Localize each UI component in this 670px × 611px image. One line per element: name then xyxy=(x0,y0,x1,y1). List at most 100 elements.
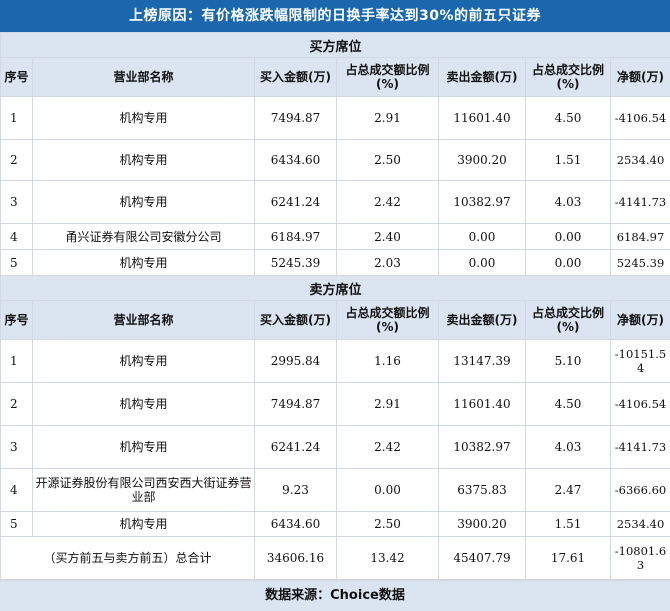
total-label: （买方前五与卖方前五）总合计 xyxy=(1,537,255,580)
net-amount: -4141.73 xyxy=(611,426,670,469)
total-buy-pct: 13.42 xyxy=(337,537,439,580)
sell-pct: 5.10 xyxy=(526,340,611,383)
buy-amount: 5245.39 xyxy=(255,250,337,276)
net-amount: -4106.54 xyxy=(611,97,670,140)
sell-pct: 4.03 xyxy=(526,181,611,224)
total-row: （买方前五与卖方前五）总合计34606.1613.4245407.7917.61… xyxy=(1,537,670,580)
total-sell-pct: 17.61 xyxy=(526,537,611,580)
row-index: 3 xyxy=(1,426,33,469)
row-index: 1 xyxy=(1,97,33,140)
buy-column-header-row: 序号 营业部名称 买入金额(万) 占总成交额比例(%) 卖出金额(万) 占总成交… xyxy=(1,58,670,97)
col-header-index: 序号 xyxy=(1,301,33,340)
table-row: 4甬兴证券有限公司安徽分公司6184.972.400.000.006184.97 xyxy=(1,224,670,250)
sell-pct: 1.51 xyxy=(526,140,611,181)
sell-pct: 2.47 xyxy=(526,469,611,512)
buy-amount: 9.23 xyxy=(255,469,337,512)
sell-amount: 10382.97 xyxy=(439,181,526,224)
dept-name: 机构专用 xyxy=(33,97,255,140)
dept-name: 机构专用 xyxy=(33,250,255,276)
net-amount: -4106.54 xyxy=(611,383,670,426)
sell-amount: 3900.20 xyxy=(439,140,526,181)
col-header-sell: 卖出金额(万) xyxy=(439,301,526,340)
sell-amount: 6375.83 xyxy=(439,469,526,512)
sell-pct: 4.03 xyxy=(526,426,611,469)
row-index: 5 xyxy=(1,512,33,537)
sell-section-header: 卖方席位 xyxy=(1,276,670,301)
dept-name: 机构专用 xyxy=(33,426,255,469)
sell-amount: 11601.40 xyxy=(439,383,526,426)
dept-name: 机构专用 xyxy=(33,512,255,537)
col-header-buy-pct: 占总成交额比例(%) xyxy=(337,301,439,340)
table-row: 5机构专用6434.602.503900.201.512534.40 xyxy=(1,512,670,537)
buy-amount: 6241.24 xyxy=(255,426,337,469)
dept-name: 机构专用 xyxy=(33,383,255,426)
buy-amount: 6241.24 xyxy=(255,181,337,224)
row-index: 3 xyxy=(1,181,33,224)
sell-pct: 4.50 xyxy=(526,383,611,426)
net-amount: -4141.73 xyxy=(611,181,670,224)
table-row: 2机构专用7494.872.9111601.404.50-4106.54 xyxy=(1,383,670,426)
buy-amount: 6184.97 xyxy=(255,224,337,250)
col-header-net: 净额(万) xyxy=(611,58,670,97)
col-header-buy: 买入金额(万) xyxy=(255,301,337,340)
net-amount: 2534.40 xyxy=(611,512,670,537)
buy-pct: 2.50 xyxy=(337,140,439,181)
table-row: 3机构专用6241.242.4210382.974.03-4141.73 xyxy=(1,426,670,469)
buy-pct: 2.42 xyxy=(337,426,439,469)
dept-name: 机构专用 xyxy=(33,140,255,181)
buy-amount: 7494.87 xyxy=(255,383,337,426)
net-amount: -6366.60 xyxy=(611,469,670,512)
data-source: 数据来源：Choice数据 xyxy=(0,580,670,611)
col-header-dept: 营业部名称 xyxy=(33,301,255,340)
total-sell: 45407.79 xyxy=(439,537,526,580)
row-index: 5 xyxy=(1,250,33,276)
table-row: 3机构专用6241.242.4210382.974.03-4141.73 xyxy=(1,181,670,224)
sell-amount: 13147.39 xyxy=(439,340,526,383)
buy-pct: 2.03 xyxy=(337,250,439,276)
col-header-index: 序号 xyxy=(1,58,33,97)
lhb-table: 买方席位 序号 营业部名称 买入金额(万) 占总成交额比例(%) 卖出金额(万)… xyxy=(0,32,670,580)
table-row: 2机构专用6434.602.503900.201.512534.40 xyxy=(1,140,670,181)
buy-pct: 2.91 xyxy=(337,97,439,140)
col-header-buy-pct: 占总成交额比例(%) xyxy=(337,58,439,97)
sell-section-label: 卖方席位 xyxy=(1,276,670,301)
sell-pct: 4.50 xyxy=(526,97,611,140)
sell-pct: 1.51 xyxy=(526,512,611,537)
buy-amount: 6434.60 xyxy=(255,140,337,181)
table-row: 5机构专用5245.392.030.000.005245.39 xyxy=(1,250,670,276)
buy-section-header: 买方席位 xyxy=(1,33,670,58)
buy-section-label: 买方席位 xyxy=(1,33,670,58)
buy-pct: 2.42 xyxy=(337,181,439,224)
row-index: 2 xyxy=(1,140,33,181)
sell-amount: 0.00 xyxy=(439,250,526,276)
dept-name: 机构专用 xyxy=(33,340,255,383)
sell-pct: 0.00 xyxy=(526,224,611,250)
net-amount: -10151.54 xyxy=(611,340,670,383)
row-index: 1 xyxy=(1,340,33,383)
net-amount: 6184.97 xyxy=(611,224,670,250)
dept-name: 开源证券股份有限公司西安西大街证券营业部 xyxy=(33,469,255,512)
net-amount: 2534.40 xyxy=(611,140,670,181)
buy-amount: 6434.60 xyxy=(255,512,337,537)
table-row: 4开源证券股份有限公司西安西大街证券营业部9.230.006375.832.47… xyxy=(1,469,670,512)
row-index: 2 xyxy=(1,383,33,426)
buy-pct: 0.00 xyxy=(337,469,439,512)
buy-amount: 2995.84 xyxy=(255,340,337,383)
col-header-net: 净额(万) xyxy=(611,301,670,340)
sell-amount: 11601.40 xyxy=(439,97,526,140)
row-index: 4 xyxy=(1,224,33,250)
col-header-sell-pct: 占总成交比例(%) xyxy=(526,58,611,97)
table-row: 1机构专用7494.872.9111601.404.50-4106.54 xyxy=(1,97,670,140)
dept-name: 机构专用 xyxy=(33,181,255,224)
sell-amount: 0.00 xyxy=(439,224,526,250)
total-buy: 34606.16 xyxy=(255,537,337,580)
sell-amount: 3900.20 xyxy=(439,512,526,537)
dept-name: 甬兴证券有限公司安徽分公司 xyxy=(33,224,255,250)
sell-column-header-row: 序号营业部名称买入金额(万)占总成交额比例(%)卖出金额(万)占总成交比例(%)… xyxy=(1,301,670,340)
buy-pct: 2.91 xyxy=(337,383,439,426)
buy-amount: 7494.87 xyxy=(255,97,337,140)
row-index: 4 xyxy=(1,469,33,512)
buy-pct: 2.40 xyxy=(337,224,439,250)
col-header-dept: 营业部名称 xyxy=(33,58,255,97)
table-row: 1机构专用2995.841.1613147.395.10-10151.54 xyxy=(1,340,670,383)
